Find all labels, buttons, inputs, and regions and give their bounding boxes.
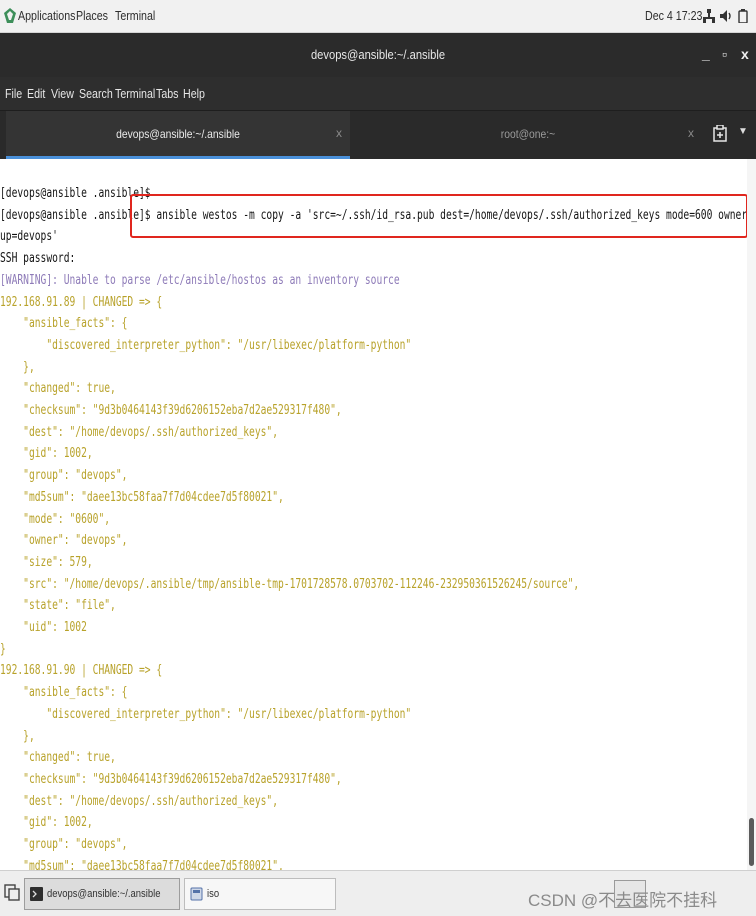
terminal-line: "ansible_facts": { [0,316,128,332]
terminal-line: "src": "/home/devops/.ansible/tmp/ansibl… [0,576,580,592]
terminal-line: 192.168.91.90 | CHANGED => { [0,663,163,679]
terminal-line: "group": "devops", [0,837,128,852]
terminal-line: "md5sum": "daee13bc58faa7f7d04cdee7d5f80… [0,858,284,870]
terminal-line: "gid": 1002, [0,446,93,462]
window-title: devops@ansible:~/.ansible [310,47,446,62]
menu-tabs[interactable]: Tabs [156,86,179,101]
terminal-line: "checksum": "9d3b0464143f39d6206152eba7d… [0,403,342,418]
terminal-line: "discovered_interpreter_python": "/usr/l… [0,706,412,722]
maximize-button[interactable]: ▫ [722,46,727,62]
terminal-line: "discovered_interpreter_python": "/usr/l… [0,337,412,353]
terminal-line: "owner": "devops", [0,533,128,549]
terminal-output[interactable]: [devops@ansible .ansible]$ [devops@ansibl… [0,159,747,870]
tab-bar: devops@ansible:~/.ansible x root@one:~ x… [0,111,756,159]
terminal-line: "dest": "/home/devops/.ssh/authorized_ke… [0,424,279,440]
terminal-line: [devops@ansible .ansible]$ [0,186,151,201]
terminal-app-menu[interactable]: Terminal [115,8,155,23]
tab-close-icon[interactable]: x [688,126,694,140]
close-button[interactable]: x [741,46,749,62]
taskbar-item-label: devops@ansible:~/.ansible [47,888,161,900]
command-highlight-box [130,194,748,238]
power-icon[interactable] [738,9,748,23]
terminal-line: "group": "devops", [0,468,128,484]
scrollbar-thumb[interactable] [749,818,754,866]
show-desktop-icon[interactable] [4,883,20,901]
activities-logo-icon[interactable] [4,8,16,23]
terminal-line: "mode": "0600", [0,511,111,527]
terminal-line: [WARNING]: Unable to parse /etc/ansible/… [0,272,400,288]
menu-search[interactable]: Search [79,86,113,101]
gnome-top-bar: Applications Places Terminal Dec 4 17:23 [0,0,756,33]
scrollbar-track[interactable] [747,159,756,870]
taskbar-item-terminal[interactable]: devops@ansible:~/.ansible [24,878,180,910]
taskbar-item-iso[interactable]: iso [184,878,336,910]
tab-close-icon[interactable]: x [336,126,342,140]
terminal-line: }, [0,359,35,375]
menu-file[interactable]: File [5,86,22,101]
terminal-line: "checksum": "9d3b0464143f39d6206152eba7d… [0,771,342,787]
terminal-line: SSH password: [0,251,76,267]
menu-terminal[interactable]: Terminal [115,86,155,101]
terminal-line: up=devops' [0,229,58,245]
tab-menu-chevron-down-icon[interactable]: ▼ [738,126,748,137]
terminal-line: "uid": 1002 [0,620,87,635]
tab-devops-ansible[interactable]: devops@ansible:~/.ansible x [6,111,350,159]
clock[interactable]: Dec 4 17:23 [645,8,702,23]
terminal-line: "gid": 1002, [0,815,93,831]
terminal-line: } [0,641,6,657]
terminal-line: "changed": true, [0,750,116,766]
menu-help[interactable]: Help [183,86,205,101]
menu-view[interactable]: View [51,86,74,101]
terminal-icon [30,887,43,901]
terminal-line: 192.168.91.89 | CHANGED => { [0,294,163,310]
terminal-menubar: File Edit View Search Terminal Tabs Help [0,77,756,111]
window-title-bar[interactable]: devops@ansible:~/.ansible _ ▫ x [0,33,756,77]
tab-root-one[interactable]: root@one:~ x [352,111,704,159]
terminal-line: "size": 579, [0,554,93,570]
network-icon[interactable] [703,9,715,23]
minimize-button[interactable]: _ [702,46,710,62]
watermark: CSDN @不去医院不挂科 [528,891,718,910]
new-tab-icon[interactable] [712,125,728,143]
menu-edit[interactable]: Edit [27,86,45,101]
terminal-line: "changed": true, [0,381,116,397]
places-menu[interactable]: Places [76,8,108,23]
tab-label: root@one:~ [500,127,556,141]
volume-icon[interactable] [720,10,733,22]
tab-label: devops@ansible:~/.ansible [116,127,240,141]
taskbar-item-label: iso [207,888,220,900]
terminal-line: "ansible_facts": { [0,685,128,701]
vm-window-icon [190,887,203,901]
terminal-line: "state": "file", [0,598,116,614]
terminal-line: "md5sum": "daee13bc58faa7f7d04cdee7d5f80… [0,489,284,505]
terminal-line: "dest": "/home/devops/.ssh/authorized_ke… [0,793,279,809]
applications-menu[interactable]: Applications [18,8,75,23]
terminal-line: }, [0,728,35,744]
